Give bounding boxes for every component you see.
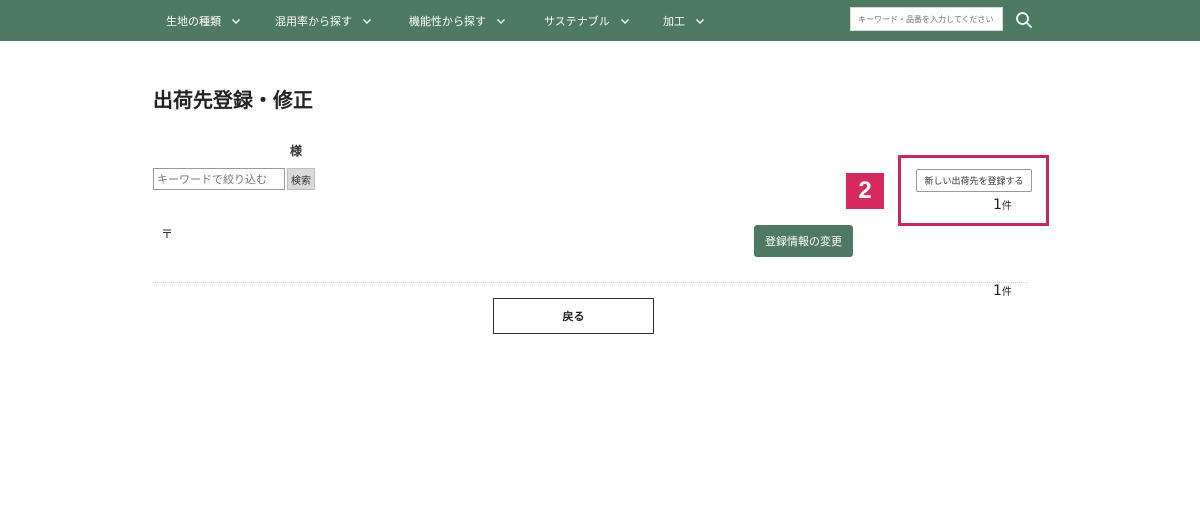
nav-item-sustainable[interactable]: サステナブル xyxy=(544,0,630,41)
nav-item-label: 生地の種類 xyxy=(166,14,221,28)
top-navbar: 生地の種類 混用率から探す 機能性から探す サステナブル 加工 xyxy=(0,0,1200,41)
nav-item-label: 加工 xyxy=(663,14,685,28)
count-value: 1 xyxy=(993,197,1002,213)
nav-item-label: 機能性から探す xyxy=(409,14,486,28)
back-button[interactable]: 戻る xyxy=(493,298,654,334)
search-icon[interactable] xyxy=(1015,11,1033,29)
nav-item-fabric-type[interactable]: 生地の種類 xyxy=(166,0,241,41)
result-count-top: 1件 xyxy=(993,197,1012,213)
nav-item-functionality[interactable]: 機能性から探す xyxy=(409,0,506,41)
nav-item-blend-ratio[interactable]: 混用率から探す xyxy=(275,0,372,41)
customer-honorific: 様 xyxy=(290,144,303,158)
edit-registration-button[interactable]: 登録情報の変更 xyxy=(754,225,853,257)
chevron-down-icon xyxy=(232,18,240,24)
nav-item-label: サステナブル xyxy=(544,14,610,28)
count-unit: 件 xyxy=(1001,287,1012,298)
result-count-bottom: 1件 xyxy=(993,283,1012,299)
nav-item-processing[interactable]: 加工 xyxy=(663,0,705,41)
postal-mark: 〒 xyxy=(161,227,174,241)
chevron-down-icon xyxy=(497,18,505,24)
keyword-filter-input[interactable] xyxy=(153,168,285,190)
filter-search-button[interactable]: 検索 xyxy=(287,168,315,190)
chevron-down-icon xyxy=(620,18,629,24)
chevron-down-icon xyxy=(696,18,704,24)
nav-item-label: 混用率から探す xyxy=(275,14,352,28)
count-unit: 件 xyxy=(1001,201,1012,212)
chevron-down-icon xyxy=(363,18,371,24)
count-value: 1 xyxy=(993,283,1002,299)
page-title: 出荷先登録・修正 xyxy=(153,88,313,112)
new-shipping-destination-button[interactable]: 新しい出荷先を登録する xyxy=(916,169,1032,192)
step-number-badge: 2 xyxy=(846,173,884,209)
row-divider xyxy=(153,282,1028,283)
site-search-input[interactable] xyxy=(850,7,1003,31)
